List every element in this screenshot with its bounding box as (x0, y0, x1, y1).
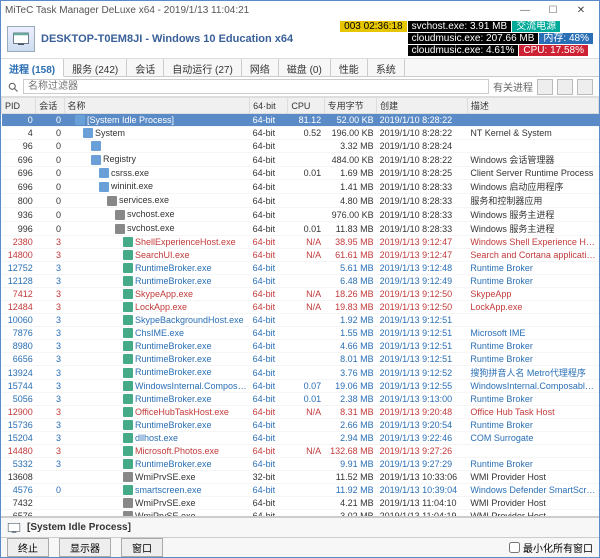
status-block: 003 02:36:18 svchost.exe: 3.91 MB 交流电源 0… (340, 21, 593, 56)
close-icon[interactable]: ✕ (567, 2, 595, 18)
process-row[interactable]: 7432WmiPrvSE.exe64-bit4.21 MB2019/1/13 1… (2, 497, 599, 510)
process-row[interactable]: 152043dllhost.exe64-bit2.94 MB2019/1/13 … (2, 432, 599, 445)
process-row[interactable]: 157363RuntimeBroker.exe64-bit2.66 MB2019… (2, 419, 599, 432)
monitor-button[interactable]: 显示器 (59, 538, 111, 557)
toolbar: 有关进程 (1, 77, 599, 97)
selected-process-name: [System Idle Process] (27, 522, 131, 533)
process-row[interactable]: 127523RuntimeBroker.exe64-bit5.61 MB2019… (2, 262, 599, 275)
tab--[interactable]: 性能 (331, 59, 368, 76)
action-footer: 终止 显示器 窗口 最小化所有窗口 (1, 537, 599, 557)
toolbar-button-3[interactable] (577, 79, 593, 95)
process-row[interactable]: 121283RuntimeBroker.exe64-bit6.48 MB2019… (2, 275, 599, 288)
ac-power-badge: 交流电源 (512, 21, 560, 32)
cloudmusic-mem-badge: cloudmusic.exe: 207.66 MB (408, 33, 539, 44)
process-row[interactable]: 23803ShellExperienceHost.exe64-bitN/A38.… (2, 236, 599, 249)
column-headers[interactable]: PID会话名称64·bitCPU专用字节创建描述 (2, 98, 599, 114)
search-icon (7, 81, 19, 93)
process-row[interactable]: 100603SkypeBackgroundHost.exe64-bit1.92 … (2, 314, 599, 327)
toolbar-button-2[interactable] (557, 79, 573, 95)
maximize-icon[interactable]: ☐ (539, 2, 567, 18)
process-row[interactable]: 157443WindowsInternal.ComposableShell.Ex… (2, 380, 599, 393)
selection-footer: [System Idle Process] (1, 517, 599, 537)
tab-strip: 进程 (158)服务 (242)会话自动运行 (27)网络磁盘 (0)性能系统 (1, 59, 599, 77)
svchost-badge: svchost.exe: 3.91 MB (408, 21, 512, 32)
minimize-all-checkbox[interactable]: 最小化所有窗口 (509, 540, 593, 555)
process-row[interactable]: 144803Microsoft.Photos.exe64-bitN/A132.6… (2, 445, 599, 458)
tab--[interactable]: 系统 (368, 59, 405, 76)
process-row[interactable]: 89803RuntimeBroker.exe64-bit4.66 MB2019/… (2, 340, 599, 353)
process-row[interactable]: 6576WmiPrvSE.exe64-bit3.02 MB2019/1/13 1… (2, 510, 599, 518)
process-row[interactable]: 53323RuntimeBroker.exe64-bit9.91 MB2019/… (2, 458, 599, 471)
process-row[interactable]: 9960svchost.exe64-bit0.0111.83 MB2019/1/… (2, 222, 599, 236)
process-row[interactable]: 40System64-bit0.52196.00 KB2019/1/10 8:2… (2, 127, 599, 140)
machine-title: DESKTOP-T0EM8JI - Windows 10 Education x… (41, 33, 334, 45)
header: DESKTOP-T0EM8JI - Windows 10 Education x… (1, 19, 599, 59)
titlebar[interactable]: MiTeC Task Manager DeLuxe x64 - 2019/1/1… (1, 1, 599, 19)
about-process-link[interactable]: 有关进程 (493, 79, 533, 94)
tab--27-[interactable]: 自动运行 (27) (164, 59, 242, 76)
minimize-icon[interactable]: — (511, 2, 539, 18)
toolbar-button-1[interactable] (537, 79, 553, 95)
process-row[interactable]: 45760smartscreen.exe64-bit11.92 MB2019/1… (2, 484, 599, 497)
process-row[interactable]: 50563RuntimeBroker.exe64-bit0.012.38 MB2… (2, 393, 599, 406)
monitor-icon (7, 522, 21, 534)
process-row[interactable]: 129003OfficeHubTaskHost.exe64-bitN/A8.31… (2, 406, 599, 419)
minimize-all-input[interactable] (509, 542, 520, 553)
col-header[interactable]: 会话 (36, 98, 64, 114)
col-header[interactable]: PID (2, 98, 36, 114)
tab--[interactable]: 网络 (242, 59, 279, 76)
process-row[interactable]: 6960wininit.exe64-bit1.41 MB2019/1/10 8:… (2, 180, 599, 194)
process-row[interactable]: 78763ChsIME.exe64-bit1.55 MB2019/1/13 9:… (2, 327, 599, 340)
process-row[interactable]: 9360svchost.exe64-bit976.00 KB2019/1/10 … (2, 208, 599, 222)
col-header[interactable]: 64·bit (250, 98, 288, 114)
mem-badge: 内存: 48% (539, 33, 593, 44)
col-header[interactable]: 专用字节 (324, 98, 376, 114)
process-row[interactable]: 74123SkypeApp.exe64-bitN/A18.26 MB2019/1… (2, 288, 599, 301)
process-row[interactable]: 8000services.exe64-bit4.80 MB2019/1/10 8… (2, 194, 599, 208)
tab--242-[interactable]: 服务 (242) (64, 59, 127, 76)
process-row[interactable]: 66563RuntimeBroker.exe64-bit8.01 MB2019/… (2, 353, 599, 366)
process-row[interactable]: 13608WmiPrvSE.exe32-bit11.52 MB2019/1/13… (2, 471, 599, 484)
tab--158-[interactable]: 进程 (158) (1, 59, 64, 77)
window-controls: — ☐ ✕ (511, 2, 595, 18)
end-process-button[interactable]: 终止 (7, 538, 49, 557)
process-grid-scroll[interactable]: PID会话名称64·bitCPU专用字节创建描述 00[System Idle … (1, 97, 599, 517)
col-header[interactable]: 名称 (64, 98, 250, 114)
window-button[interactable]: 窗口 (121, 538, 163, 557)
app-icon (7, 26, 35, 52)
col-header[interactable]: 创建 (377, 98, 468, 114)
tab--[interactable]: 会话 (127, 59, 164, 76)
cloudmusic-cpu-badge: cloudmusic.exe: 4.61% (408, 45, 519, 56)
tab--0-[interactable]: 磁盘 (0) (279, 59, 331, 76)
uptime-badge: 003 02:36:18 (340, 21, 406, 32)
process-row[interactable]: 6960csrss.exe64-bit0.011.69 MB2019/1/10 … (2, 167, 599, 180)
cpu-badge: CPU: 17.58% (519, 45, 588, 56)
app-window: MiTeC Task Manager DeLuxe x64 - 2019/1/1… (0, 0, 600, 558)
process-row[interactable]: 139243RuntimeBroker.exe64-bit3.76 MB2019… (2, 366, 599, 380)
process-row[interactable]: 00[System Idle Process]64-bit81.1252.00 … (2, 114, 599, 127)
process-row[interactable]: 124843LockApp.exe64-bitN/A19.83 MB2019/1… (2, 301, 599, 314)
window-title: MiTeC Task Manager DeLuxe x64 - 2019/1/1… (5, 5, 511, 16)
process-row[interactable]: 6960Registry64-bit484.00 KB2019/1/10 8:2… (2, 153, 599, 167)
filter-input[interactable] (23, 79, 489, 94)
col-header[interactable]: 描述 (467, 98, 598, 114)
process-grid: PID会话名称64·bitCPU专用字节创建描述 00[System Idle … (1, 97, 599, 517)
process-row[interactable]: 148003SearchUI.exe64-bitN/A61.61 MB2019/… (2, 249, 599, 262)
col-header[interactable]: CPU (288, 98, 324, 114)
process-row[interactable]: 96064-bit3.32 MB2019/1/10 8:28:24 (2, 140, 599, 153)
